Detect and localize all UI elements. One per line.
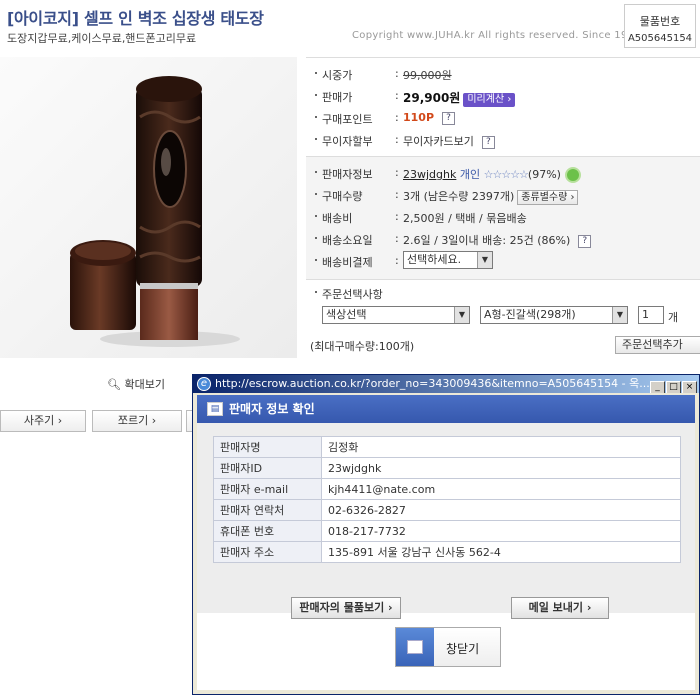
window-close-icon [396, 628, 434, 666]
seller-email: kjh4411@nate.com [321, 478, 681, 500]
chevron-down-icon: ▼ [454, 307, 469, 323]
product-info: 시중가:99,000원 판매가:29,900원 미리계산 › 구매포인트:110P… [306, 57, 700, 369]
max-quantity-note: (최대구매수량:100개) [310, 340, 415, 353]
price-section: 시중가:99,000원 판매가:29,900원 미리계산 › 구매포인트:110P… [306, 57, 700, 156]
options-title: 주문선택사항 [315, 288, 383, 301]
color-select[interactable]: 색상선택 ▼ [322, 306, 470, 324]
product-photo[interactable] [0, 57, 297, 358]
minimize-icon[interactable]: _ [650, 381, 665, 393]
copyright-text: Copyright www.JUHA.kr All rights reserve… [352, 30, 641, 41]
seller-mobile: 018-217-7732 [321, 520, 681, 542]
table-row: 판매자ID 23wjdghk [213, 457, 681, 479]
qty-by-type-button[interactable]: 종류별수량 › [517, 190, 579, 205]
help-icon[interactable]: ? [578, 234, 592, 248]
magnifier-icon: 🔍︎ [107, 378, 125, 391]
seller-id-link[interactable]: 23wjdghk [403, 168, 456, 181]
seller-rating: (97%) [527, 168, 561, 181]
calc-button[interactable]: 미리계산 › [463, 93, 516, 107]
seller-type: 개인 [459, 168, 481, 181]
popup-header: ▤ 판매자 정보 확인 [197, 395, 695, 423]
quantity-unit: 개 [668, 311, 679, 324]
seller-phone: 02-6326-2827 [321, 499, 681, 521]
purchase-points: 110P [403, 111, 435, 124]
chevron-down-icon: ▼ [477, 252, 492, 268]
purchase-quantity: 3개 (남은수량 2397개) [403, 190, 515, 203]
add-option-button[interactable]: 주문선택추가 [615, 336, 700, 354]
product-title: [아이코지] 셀프 인 벽조 십장생 태도장 [7, 9, 264, 28]
type-select[interactable]: A형-진갈색(298개) ▼ [480, 306, 628, 324]
send-mail-button[interactable]: 메일 보내기 › [511, 597, 609, 619]
chevron-down-icon: ▼ [612, 307, 627, 323]
product-subtitle: 도장지갑무료,케이스무료,핸드폰고리무료 [7, 32, 197, 45]
seller-details-panel: 판매자명 김정화 판매자ID 23wjdghk 판매자 e-mail kjh4411@… [197, 423, 695, 619]
power-seller-icon [564, 167, 581, 183]
zoom-link[interactable]: 🔍︎ 확대보기 [107, 376, 165, 392]
seller-name: 김정화 [321, 436, 681, 458]
product-number-box: 물품번호 A505645154 [624, 4, 696, 48]
table-row: 판매자 e-mail kjh4411@nate.com [213, 478, 681, 500]
id-card-icon: ▤ [207, 402, 223, 416]
help-icon[interactable]: ? [442, 111, 456, 125]
installment-link[interactable]: 무이자카드보기 [403, 135, 474, 148]
shipping-payment-select[interactable]: 선택하세요. ▼ [403, 251, 493, 269]
stamp-image [70, 76, 240, 347]
table-row: 판매자 연락처 02-6326-2827 [213, 499, 681, 521]
seller-info-popup: e http://escrow.auction.co.kr/?order_no=… [192, 374, 700, 695]
star-rating-icon: ☆☆☆☆☆ [483, 168, 529, 181]
zoom-label: 확대보기 [124, 378, 165, 391]
quantity-input[interactable]: 1 [638, 306, 664, 324]
popup-titlebar[interactable]: e http://escrow.auction.co.kr/?order_no=… [193, 375, 699, 393]
seller-section: 판매자정보:23wjdghk 개인 ☆☆☆☆☆(97%) 구매수량:3개 (남은… [306, 156, 700, 279]
seller-id: 23wjdghk [321, 457, 681, 479]
help-icon[interactable]: ? [481, 135, 495, 149]
delivery-days: 2.6일 / 3일이내 배송: 25건 (86%) [403, 234, 571, 247]
buy-for-button[interactable]: 사주기 › [0, 410, 86, 432]
close-window-button[interactable]: 창닫기 [395, 627, 501, 667]
ie-icon: e [197, 377, 211, 391]
options-section: 주문선택사항 색상선택 ▼ A형-진갈색(298개) ▼ 1 개 (최대구매수량:1… [306, 279, 700, 369]
maximize-icon[interactable]: □ [666, 381, 681, 393]
list-price: 99,000원 [403, 69, 452, 82]
popup-url: http://escrow.auction.co.kr/?order_no=34… [215, 377, 650, 390]
product-number-label: 물품번호 [639, 15, 681, 28]
seller-details-table: 판매자명 김정화 판매자ID 23wjdghk 판매자 e-mail kjh4411@… [213, 436, 681, 563]
popup-body: ▤ 판매자 정보 확인 판매자명 김정화 판매자ID 23wjdghk 판매자 e-… [197, 395, 695, 690]
sale-price: 29,900원 [403, 91, 461, 105]
shipping-fee: 2,500원 / 택배 / 묶음배송 [403, 212, 527, 225]
product-number: A505645154 [627, 33, 693, 44]
table-row: 판매자명 김정화 [213, 436, 681, 458]
seller-address: 135-891 서울 강남구 신사동 562-4 [321, 541, 681, 563]
table-row: 휴대폰 번호 018-217-7732 [213, 520, 681, 542]
table-row: 판매자 주소 135-891 서울 강남구 신사동 562-4 [213, 541, 681, 563]
close-icon[interactable]: × [682, 381, 697, 393]
request-button[interactable]: 쪼르기 › [92, 410, 182, 432]
seller-goods-button[interactable]: 판매자의 물품보기 › [291, 597, 401, 619]
